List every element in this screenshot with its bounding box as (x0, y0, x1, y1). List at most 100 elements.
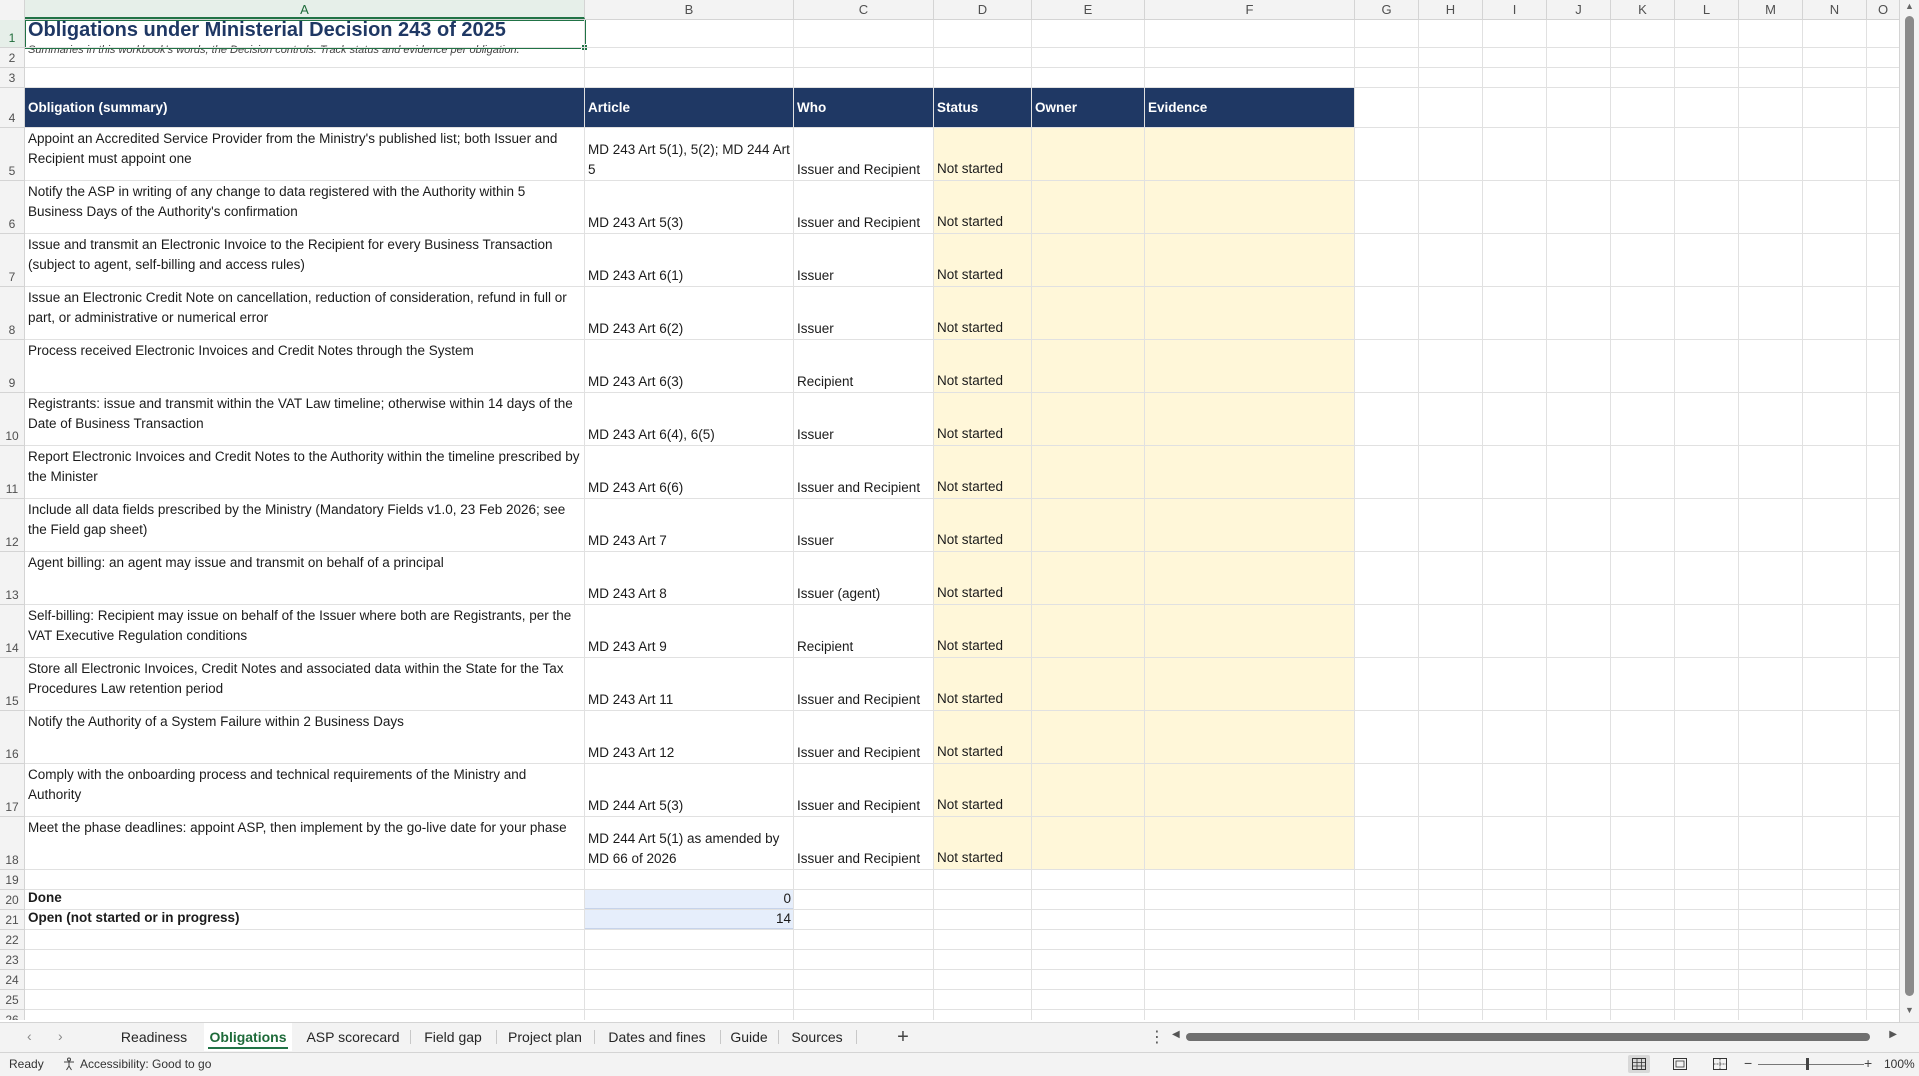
status-cell[interactable]: Not started (934, 340, 1032, 393)
evidence-cell[interactable] (1145, 287, 1355, 340)
open-count[interactable]: 14 (585, 909, 794, 929)
column-header-c[interactable]: C (794, 0, 934, 19)
vertical-scroll-thumb[interactable] (1905, 16, 1914, 996)
row-header-24[interactable]: 24 (0, 970, 24, 990)
row-header-5[interactable]: 5 (0, 128, 24, 181)
article-cell[interactable]: MD 243 Art 8 (585, 552, 794, 605)
obligation-cell[interactable]: Issue and transmit an Electronic Invoice… (25, 234, 585, 287)
owner-cell[interactable] (1032, 128, 1145, 181)
header-obligation[interactable]: Obligation (summary) (25, 88, 585, 128)
horizontal-scroll-thumb[interactable] (1186, 1033, 1870, 1041)
owner-cell[interactable] (1032, 552, 1145, 605)
status-cell[interactable]: Not started (934, 393, 1032, 446)
who-cell[interactable]: Issuer and Recipient (794, 711, 934, 764)
status-cell[interactable]: Not started (934, 234, 1032, 287)
article-cell[interactable]: MD 243 Art 6(1) (585, 234, 794, 287)
article-cell[interactable]: MD 244 Art 5(1) as amended by MD 66 of 2… (585, 817, 794, 870)
status-cell[interactable]: Not started (934, 287, 1032, 340)
row-header-26[interactable]: 26 (0, 1010, 24, 1020)
header-article[interactable]: Article (585, 88, 794, 128)
column-header-l[interactable]: L (1675, 0, 1739, 19)
row-header-25[interactable]: 25 (0, 990, 24, 1010)
evidence-cell[interactable] (1145, 128, 1355, 181)
column-header-d[interactable]: D (934, 0, 1032, 19)
who-cell[interactable]: Issuer (794, 499, 934, 552)
evidence-cell[interactable] (1145, 764, 1355, 817)
row-header-2[interactable]: 2 (0, 48, 24, 68)
obligation-cell[interactable]: Notify the Authority of a System Failure… (25, 711, 585, 764)
who-cell[interactable]: Issuer (794, 234, 934, 287)
column-header-a[interactable]: A (25, 0, 585, 19)
page-break-view-icon[interactable] (1709, 1055, 1731, 1073)
horizontal-scrollbar[interactable]: ◀ ▶ (1172, 1029, 1897, 1043)
article-cell[interactable]: MD 243 Art 5(1), 5(2); MD 244 Art 5 (585, 128, 794, 181)
open-label[interactable]: Open (not started or in progress) (25, 909, 585, 929)
obligation-cell[interactable]: Self-billing: Recipient may issue on beh… (25, 605, 585, 658)
header-status[interactable]: Status (934, 88, 1032, 128)
who-cell[interactable]: Issuer and Recipient (794, 817, 934, 870)
obligation-cell[interactable]: Registrants: issue and transmit within t… (25, 393, 585, 446)
column-header-j[interactable]: J (1547, 0, 1611, 19)
who-cell[interactable]: Issuer (794, 287, 934, 340)
row-header-9[interactable]: 9 (0, 340, 24, 393)
obligation-cell[interactable]: Store all Electronic Invoices, Credit No… (25, 658, 585, 711)
owner-cell[interactable] (1032, 234, 1145, 287)
tab-asp-scorecard[interactable]: ASP scorecard (300, 1023, 406, 1051)
evidence-cell[interactable] (1145, 340, 1355, 393)
row-header-13[interactable]: 13 (0, 552, 24, 605)
obligation-cell[interactable]: Notify the ASP in writing of any change … (25, 181, 585, 234)
tab-obligations[interactable]: Obligations (204, 1023, 292, 1051)
owner-cell[interactable] (1032, 340, 1145, 393)
page-layout-view-icon[interactable] (1669, 1055, 1691, 1073)
column-header-n[interactable]: N (1803, 0, 1867, 19)
column-header-o[interactable]: O (1867, 0, 1900, 19)
tab-project-plan[interactable]: Project plan (500, 1023, 590, 1051)
who-cell[interactable]: Issuer and Recipient (794, 764, 934, 817)
evidence-cell[interactable] (1145, 393, 1355, 446)
column-header-m[interactable]: M (1739, 0, 1803, 19)
row-header-6[interactable]: 6 (0, 181, 24, 234)
normal-view-icon[interactable] (1628, 1055, 1650, 1073)
row-header-15[interactable]: 15 (0, 658, 24, 711)
obligation-cell[interactable]: Meet the phase deadlines: appoint ASP, t… (25, 817, 585, 870)
article-cell[interactable]: MD 243 Art 6(6) (585, 446, 794, 499)
owner-cell[interactable] (1032, 605, 1145, 658)
status-cell[interactable]: Not started (934, 605, 1032, 658)
header-who[interactable]: Who (794, 88, 934, 128)
obligation-cell[interactable]: Include all data fields prescribed by th… (25, 499, 585, 552)
more-options-icon[interactable]: ⋮ (1149, 1027, 1165, 1047)
scroll-left-icon[interactable]: ◀ (1172, 1029, 1180, 1040)
owner-cell[interactable] (1032, 764, 1145, 817)
article-cell[interactable]: MD 243 Art 6(3) (585, 340, 794, 393)
scroll-right-icon[interactable]: ▶ (1889, 1029, 1897, 1040)
owner-cell[interactable] (1032, 817, 1145, 870)
evidence-cell[interactable] (1145, 552, 1355, 605)
obligation-cell[interactable]: Issue an Electronic Credit Note on cance… (25, 287, 585, 340)
next-sheet-icon[interactable]: › (58, 1028, 63, 1044)
column-header-e[interactable]: E (1032, 0, 1145, 19)
tab-guide[interactable]: Guide (724, 1023, 774, 1051)
who-cell[interactable]: Recipient (794, 605, 934, 658)
article-cell[interactable]: MD 243 Art 5(3) (585, 181, 794, 234)
status-cell[interactable]: Not started (934, 552, 1032, 605)
row-header-10[interactable]: 10 (0, 393, 24, 446)
owner-cell[interactable] (1032, 446, 1145, 499)
zoom-slider[interactable] (1758, 1064, 1864, 1065)
tab-readiness[interactable]: Readiness (112, 1023, 196, 1051)
row-header-1[interactable]: 1 (0, 20, 24, 48)
row-header-8[interactable]: 8 (0, 287, 24, 340)
select-all-corner[interactable] (0, 0, 25, 19)
zoom-in-icon[interactable]: + (1864, 1055, 1872, 1071)
owner-cell[interactable] (1032, 393, 1145, 446)
evidence-cell[interactable] (1145, 446, 1355, 499)
article-cell[interactable]: MD 243 Art 9 (585, 605, 794, 658)
evidence-cell[interactable] (1145, 234, 1355, 287)
owner-cell[interactable] (1032, 711, 1145, 764)
column-header-b[interactable]: B (585, 0, 794, 19)
worksheet-grid[interactable]: Obligations under Ministerial Decision 2… (25, 20, 1900, 1020)
evidence-cell[interactable] (1145, 499, 1355, 552)
article-cell[interactable]: MD 243 Art 12 (585, 711, 794, 764)
header-evidence[interactable]: Evidence (1145, 88, 1355, 128)
done-label[interactable]: Done (25, 889, 585, 909)
prev-sheet-icon[interactable]: ‹ (27, 1028, 32, 1044)
